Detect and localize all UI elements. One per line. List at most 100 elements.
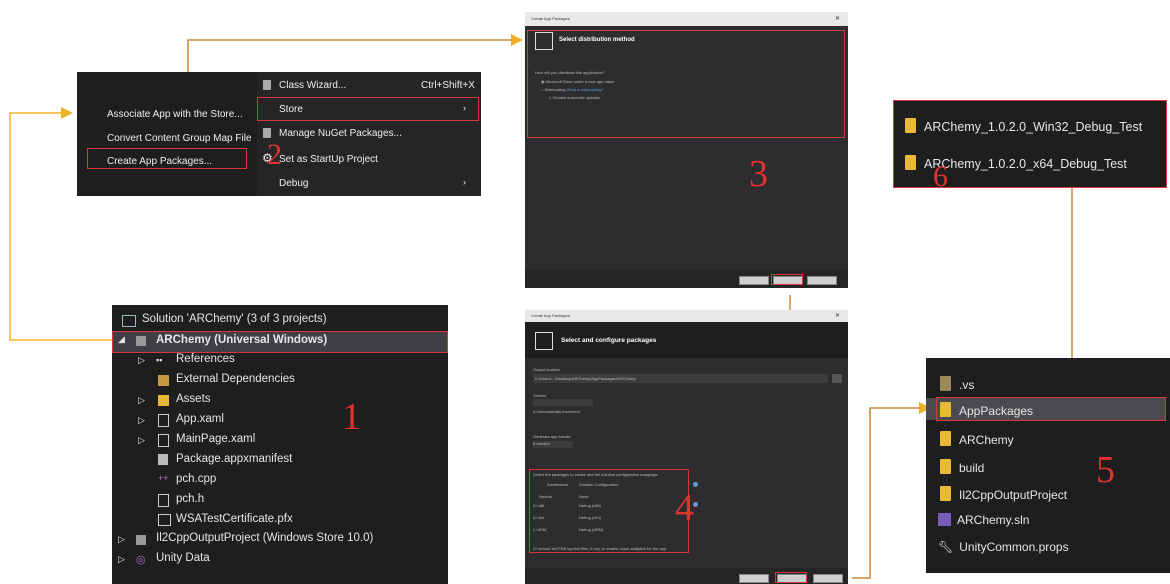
distribution-question: How will you distribute this application… [535,70,605,75]
menu-item-startup[interactable]: Set as StartUp Project [279,154,378,165]
next-highlight [771,274,803,285]
menu-item-convert[interactable]: Convert Content Group Map File [107,133,252,144]
tree-item-pch-cpp[interactable]: pch.cpp [176,473,216,485]
file-item-props[interactable]: 🔧︎ UnityCommon.props [938,540,1069,554]
radio-option-sideload[interactable]: ○ Sideloading What is sideloading? [541,87,603,92]
dialog2-title: Create App Packages [531,313,570,318]
wrench-icon: 🔧︎ [938,540,954,554]
tree-item-references[interactable]: References [176,353,235,365]
config-x64[interactable]: Debug (x64) [579,515,601,520]
create-packages-highlight [87,148,247,169]
folder-item-apppackages[interactable]: AppPackages [940,402,1033,418]
tree-item-pch-h[interactable]: pch.h [176,493,204,505]
dialog1-footer [525,270,848,288]
xaml-icon [158,414,169,427]
table-row-x86[interactable]: ☑ x86 [533,503,544,508]
package-icon [535,332,553,350]
tree-item-mainpage-xaml[interactable]: MainPage.xaml [176,433,255,445]
previous-button[interactable] [739,276,769,285]
auto-increment-checkbox[interactable]: ☑ Automatically increment [533,409,580,414]
table-row-none: None [579,494,589,499]
folder-item-vs[interactable]: .vs [940,376,974,392]
manifest-icon [158,454,168,465]
solution-icon [122,315,136,327]
close-icon[interactable]: ✕ [835,312,840,319]
browse-button[interactable] [832,374,842,383]
generate-bundle-select[interactable]: If needed [533,441,573,448]
project-icon [136,336,146,346]
step-number-6: 6 [933,160,948,193]
table-row-x64[interactable]: ☑ x64 [533,515,544,520]
config-x86[interactable]: Debug (x86) [579,503,601,508]
previous-button[interactable] [739,574,769,583]
submenu-right: Class Wizard... Ctrl+Shift+X Store › Man… [257,72,481,196]
header-file-icon [158,494,169,507]
expand-icon: ▷ [138,395,145,405]
folder-icon [940,376,951,391]
expand-icon: ▷ [118,534,125,544]
unity-data-icon: ◎ [136,554,146,566]
tree-item-unity-data[interactable]: Unity Data [156,552,210,564]
dialog1-highlight [527,30,845,138]
dialog2-heading: Select and configure packages [561,337,657,344]
tree-item-assets[interactable]: Assets [176,393,211,405]
symbols-checkbox[interactable]: ☑ Include full PDB symbol files, if any,… [533,546,667,551]
project-icon [136,535,146,545]
folder-item-build[interactable]: build [940,459,984,475]
config-arm[interactable]: Debug (ARM) [579,527,603,532]
folder-icon [940,402,951,417]
expand-icon: ▷ [118,554,125,564]
tree-item-manifest[interactable]: Package.appxmanifest [176,453,292,465]
folder-item-win32[interactable]: ARChemy_1.0.2.0_Win32_Debug_Test [905,118,1142,134]
folder-list-panel: .vs AppPackages ARChemy build Il2CppOutp… [926,358,1170,573]
generate-bundle-label: Generate app bundle [533,434,571,439]
tree-item-app-xaml[interactable]: App.xaml [176,413,224,425]
close-icon[interactable]: ✕ [835,15,840,22]
output-folders-panel: ARChemy_1.0.2.0_Win32_Debug_Test ARChemy… [893,100,1167,193]
dialog2-header: Select and configure packages [525,322,848,358]
certificate-icon [158,514,171,526]
table-row-neutral: Neutral [539,494,552,499]
version-label: Version [533,393,547,398]
version-inputs[interactable] [533,399,593,406]
expand-icon: ▷ [138,435,145,445]
menu-item-manage-nuget[interactable]: Manage NuGet Packages... [279,128,402,139]
menu-item-associate[interactable]: Associate App with the Store... [107,109,243,120]
step-number-5: 5 [1096,449,1115,491]
xaml-icon [158,434,169,447]
cancel-button[interactable] [807,276,837,285]
radio-option-store[interactable]: ◉ Microsoft Store under a new app name [541,79,615,84]
folder-icon [940,486,951,501]
expand-icon: ▷ [138,415,145,425]
submenu-left: Associate App with the Store... Convert … [77,72,252,196]
cpp-icon: ++ [158,473,169,483]
folder-icon [940,459,951,474]
table-row-arm[interactable]: ☐ ARM [533,527,546,532]
file-item-sln[interactable]: ARChemy.sln [938,513,1029,527]
chevron-right-icon: › [463,177,466,187]
external-deps-icon [158,375,169,386]
context-menu-panel: Associate App with the Store... Convert … [77,72,481,196]
tree-item-il2cpp-project[interactable]: Il2CppOutputProject (Windows Store 10.0) [156,532,373,544]
tree-item-external-deps[interactable]: External Dependencies [176,373,295,385]
vs-solution-icon [938,513,951,526]
folder-icon [905,155,916,170]
col-solution-config: Solution Configuration [579,482,619,487]
solution-title: Solution 'ARChemy' (3 of 3 projects) [142,313,327,325]
nuget-icon [263,128,271,138]
menu-item-debug[interactable]: Debug [279,178,308,189]
select-packages-label: Select the packages to create and the so… [533,472,658,477]
distribution-dialog: Create App Packages ✕ Select distributio… [525,12,848,288]
dialog2-titlebar: Create App Packages ✕ [525,310,848,322]
expand-icon: ▷ [138,355,145,365]
dialog1-titlebar: Create App Packages ✕ [525,12,848,26]
folder-item-il2cpp[interactable]: Il2CppOutputProject [940,486,1067,502]
menu-item-class-wizard[interactable]: Class Wizard... [279,80,346,91]
tree-item-certificate[interactable]: WSATestCertificate.pfx [176,513,293,525]
cancel-button[interactable] [813,574,843,583]
folder-item-archemy[interactable]: ARChemy [940,431,1014,447]
col-architecture: Architecture [547,482,569,487]
dialog1-title: Create App Packages [531,16,570,21]
step-number-3: 3 [749,153,768,195]
auto-update-checkbox[interactable]: ☐ Enable automatic updates [549,95,600,100]
